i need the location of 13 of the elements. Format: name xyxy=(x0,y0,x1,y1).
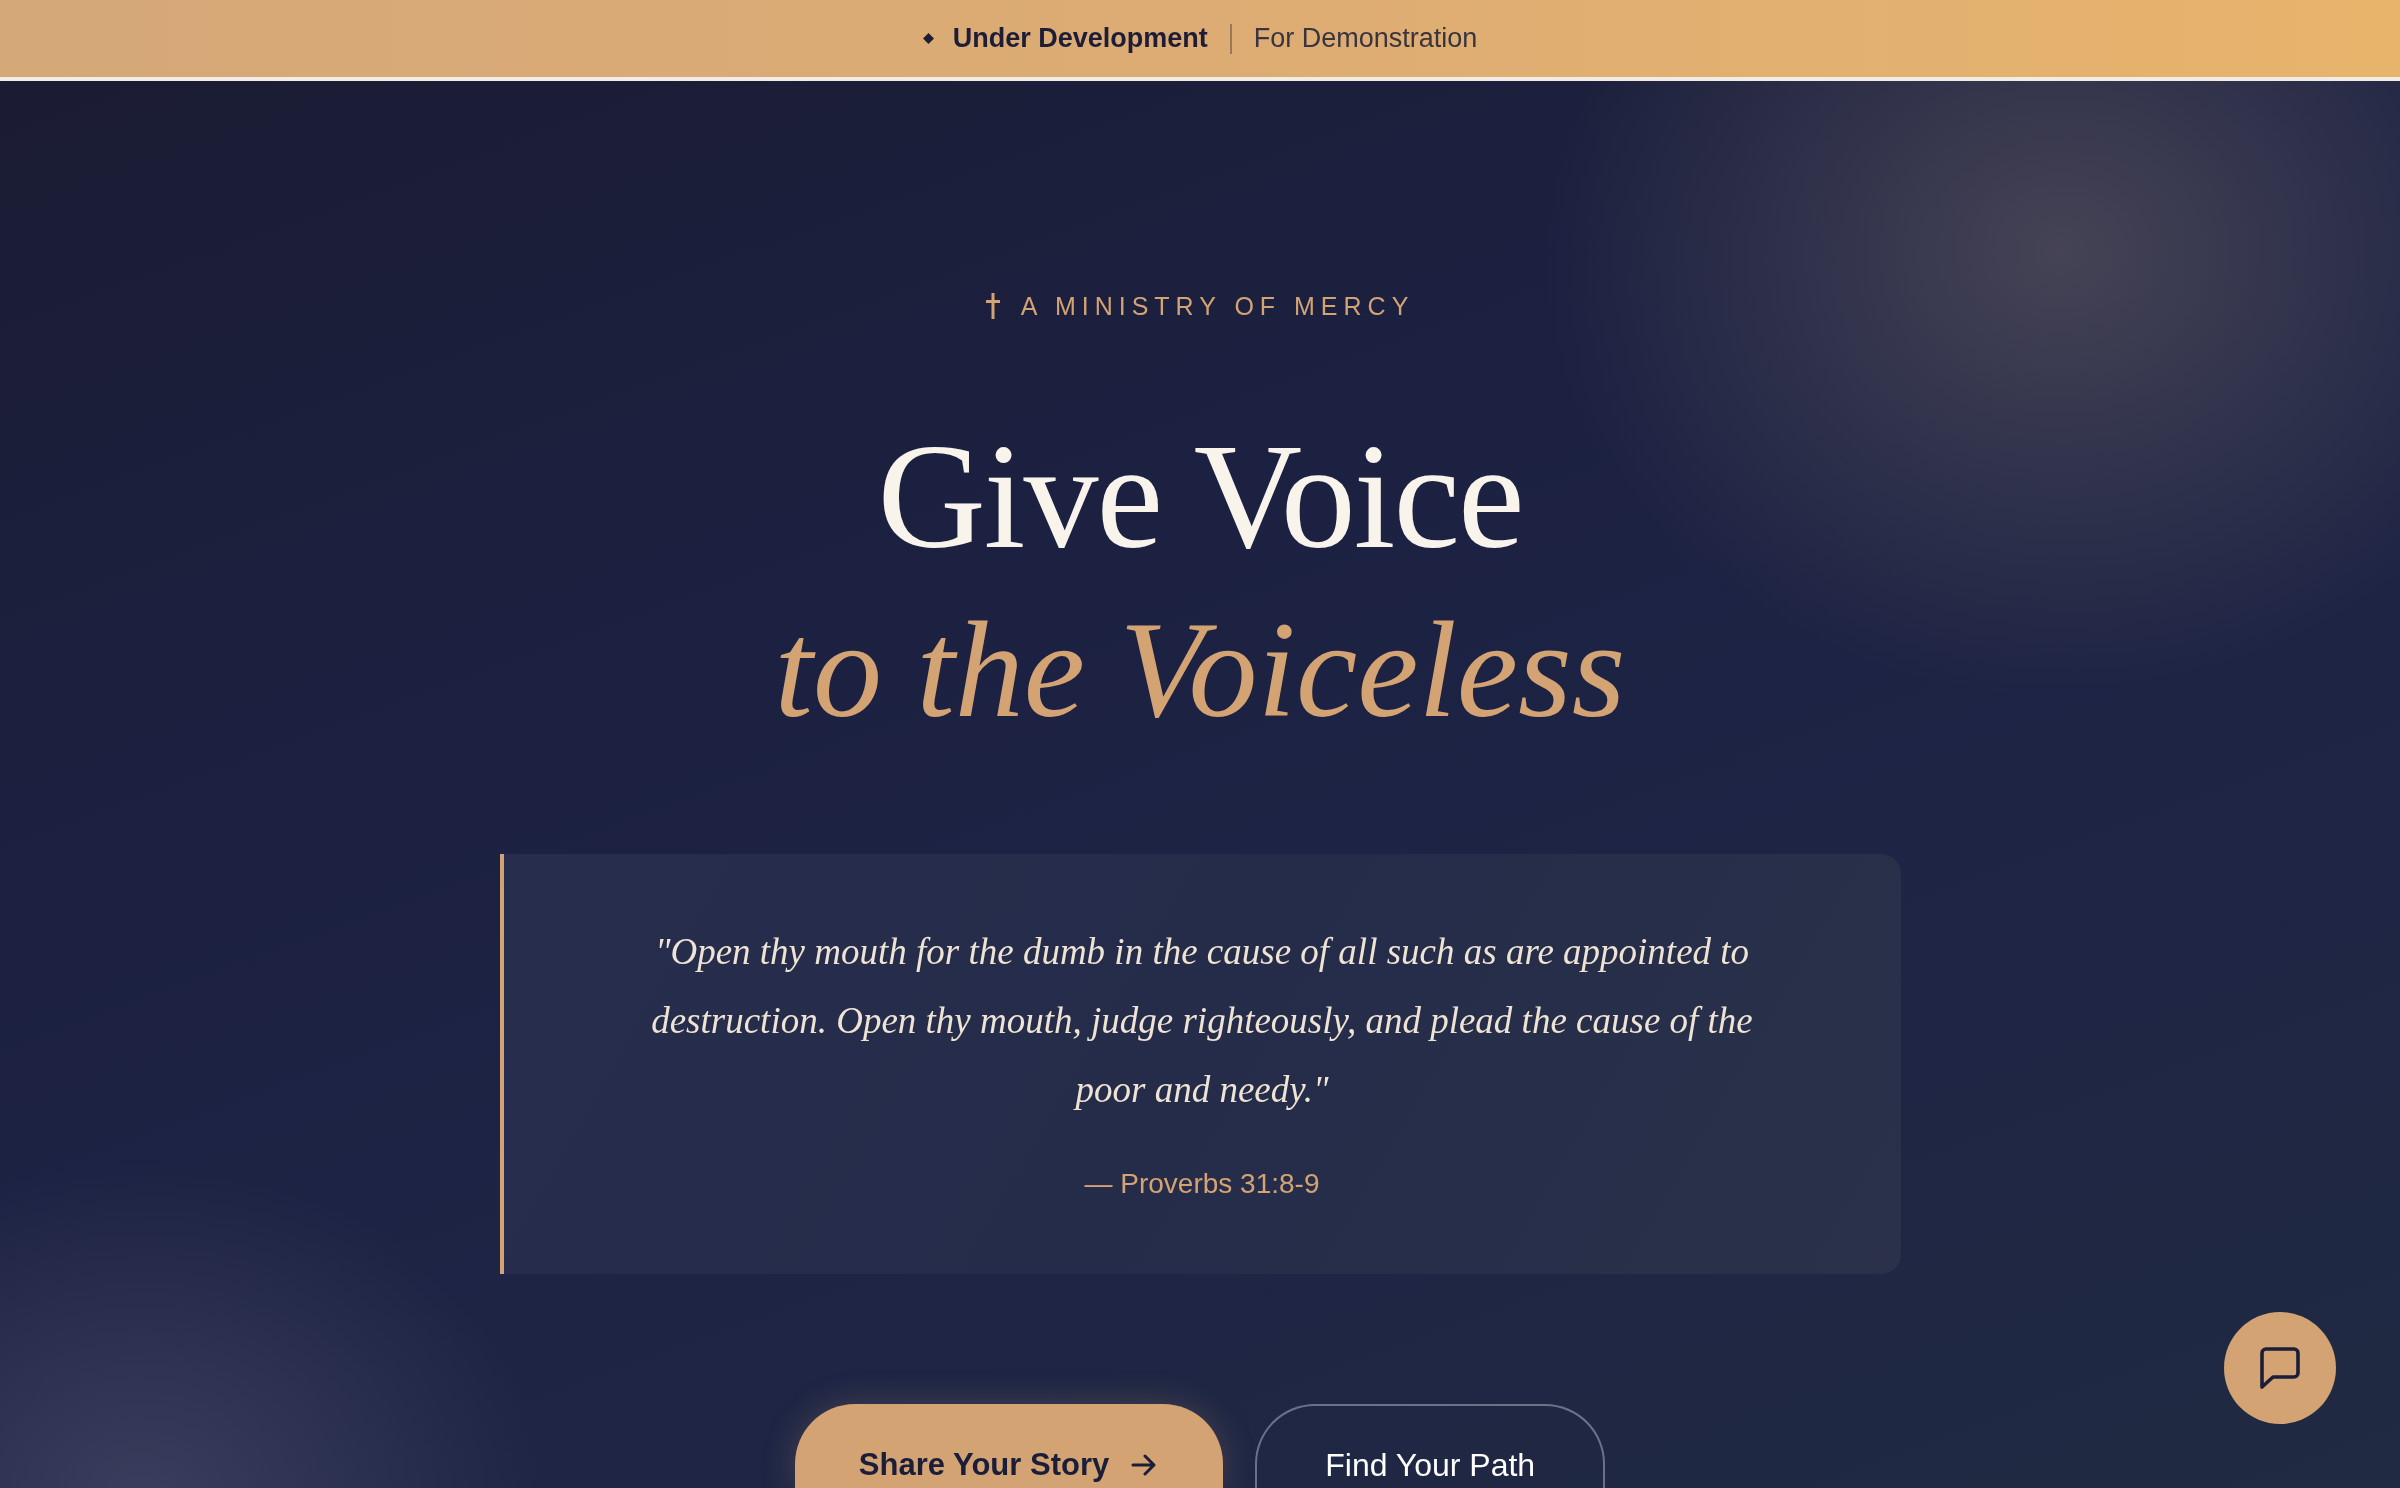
eyebrow-text: A MINISTRY OF MERCY xyxy=(1020,291,1415,322)
hero-title-accent: to the Voiceless xyxy=(774,592,1626,748)
hero-title: Give Voice xyxy=(877,412,1523,581)
cross-icon xyxy=(985,293,1000,319)
find-path-button[interactable]: Find Your Path xyxy=(1255,1404,1606,1488)
note-label: For Demonstration xyxy=(1253,23,1478,54)
share-story-button[interactable]: Share Your Story xyxy=(794,1404,1224,1488)
status-label: Under Development xyxy=(952,23,1208,54)
diamond-icon xyxy=(922,33,934,44)
speech-bubble-icon xyxy=(2260,1347,2300,1389)
arrow-right-icon xyxy=(1131,1454,1158,1476)
quote-citation: — Proverbs 31:8-9 xyxy=(1084,1167,1320,1201)
quote-text: "Open thy mouth for the dumb in the cause of all such as are appointed to destruction. Open thy mouth, judge righteously, and plead the cause of the poor and needy." xyxy=(650,930,1754,1112)
